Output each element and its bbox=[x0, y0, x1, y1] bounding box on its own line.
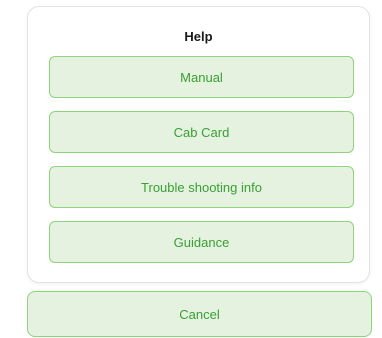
manual-button-label: Manual bbox=[180, 69, 223, 85]
trouble-shooting-info-button[interactable]: Trouble shooting info bbox=[49, 166, 354, 208]
cab-card-button[interactable]: Cab Card bbox=[49, 111, 354, 153]
manual-button[interactable]: Manual bbox=[49, 56, 354, 98]
trouble-shooting-info-button-label: Trouble shooting info bbox=[141, 179, 262, 195]
cab-card-button-label: Cab Card bbox=[173, 124, 230, 140]
guidance-button[interactable]: Guidance bbox=[49, 221, 354, 263]
guidance-button-label: Guidance bbox=[173, 234, 230, 250]
cancel-button-label: Cancel bbox=[179, 306, 220, 322]
cancel-button[interactable]: Cancel bbox=[27, 291, 372, 337]
sheet-title: Help bbox=[184, 29, 213, 44]
help-action-sheet: Help Manual Cab Card Trouble shooting in… bbox=[27, 6, 370, 283]
